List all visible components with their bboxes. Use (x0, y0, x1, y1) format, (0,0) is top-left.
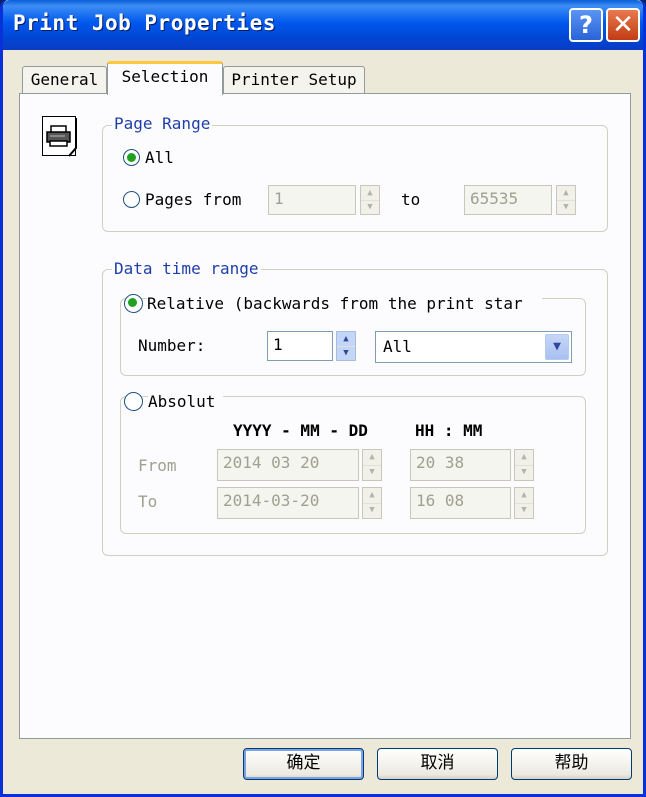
spin-up-icon[interactable]: ▲ (515, 450, 533, 466)
to-date-stepper[interactable]: ▲ ▼ (362, 487, 382, 519)
from-time-field[interactable]: 20 38 (410, 449, 511, 481)
page-range-group (102, 125, 608, 232)
from-label: From (138, 456, 177, 475)
title-bar[interactable]: Print Job Properties ? ✕ (3, 0, 643, 50)
cancel-button[interactable]: 取消 (377, 748, 498, 780)
pages-to-field[interactable]: 65535 (464, 185, 552, 215)
absolute-radio[interactable] (124, 392, 143, 411)
to-time-field[interactable]: 16 08 (410, 487, 511, 519)
to-date-field[interactable]: 2014-03-20 (217, 487, 359, 519)
spin-up-icon[interactable]: ▲ (363, 488, 381, 504)
spin-up-icon[interactable]: ▲ (337, 332, 355, 347)
pages-from-field[interactable]: 1 (268, 185, 356, 215)
spin-up-icon[interactable]: ▲ (557, 186, 575, 201)
spin-down-icon[interactable]: ▼ (361, 200, 379, 214)
tab-general[interactable]: General (22, 66, 107, 94)
dialog-window: Print Job Properties ? ✕ General Selecti… (0, 0, 646, 797)
window-title: Print Job Properties (13, 11, 276, 35)
selection-panel: Page Range All Pages from 1 ▲ ▼ to 65535… (19, 93, 631, 739)
page-range-legend: Page Range (112, 114, 213, 133)
number-field[interactable]: 1 (267, 331, 333, 361)
pages-from-stepper[interactable]: ▲ ▼ (360, 185, 380, 215)
all-radio-label[interactable]: All (145, 149, 174, 167)
spin-down-icon[interactable]: ▼ (515, 465, 533, 480)
time-format-header: HH : MM (415, 421, 483, 440)
to-label: To (138, 492, 158, 511)
spin-up-icon[interactable]: ▲ (515, 488, 533, 504)
relative-radio[interactable] (124, 294, 143, 313)
help-icon[interactable]: ? (569, 8, 603, 42)
pages-to-stepper[interactable]: ▲ ▼ (556, 185, 576, 215)
ok-button[interactable]: 确定 (243, 748, 364, 780)
spin-down-icon[interactable]: ▼ (363, 465, 381, 480)
from-date-field[interactable]: 2014 03 20 (217, 449, 359, 481)
number-stepper[interactable]: ▲ ▼ (336, 331, 356, 361)
absolute-radio-label[interactable]: Absolut (148, 393, 223, 411)
from-time-stepper[interactable]: ▲ ▼ (514, 449, 534, 481)
date-format-header: YYYY - MM - DD (233, 421, 368, 440)
spin-down-icon[interactable]: ▼ (363, 503, 381, 518)
unit-select[interactable]: All ▼ (375, 331, 572, 363)
spin-down-icon[interactable]: ▼ (515, 503, 533, 518)
spin-up-icon[interactable]: ▲ (363, 450, 381, 466)
spin-up-icon[interactable]: ▲ (361, 186, 379, 201)
from-date-stepper[interactable]: ▲ ▼ (362, 449, 382, 481)
unit-select-value: All (383, 337, 412, 356)
close-icon[interactable]: ✕ (606, 8, 640, 42)
spin-down-icon[interactable]: ▼ (557, 200, 575, 214)
tab-selection[interactable]: Selection (107, 61, 223, 95)
help-button[interactable]: 帮助 (511, 748, 632, 780)
spin-down-icon[interactable]: ▼ (337, 346, 355, 360)
data-time-range-legend: Data time range (112, 259, 261, 278)
pages-from-label[interactable]: Pages from (145, 191, 241, 209)
all-radio[interactable] (123, 149, 140, 166)
relative-radio-label[interactable]: Relative (backwards from the print star (147, 295, 542, 313)
chevron-down-icon[interactable]: ▼ (545, 334, 569, 360)
number-label: Number: (138, 336, 206, 355)
printer-icon (42, 116, 77, 157)
to-time-stepper[interactable]: ▲ ▼ (514, 487, 534, 519)
pages-from-radio[interactable] (123, 191, 140, 208)
pages-to-label: to (401, 190, 421, 209)
tab-printer-setup[interactable]: Printer Setup (223, 66, 365, 94)
